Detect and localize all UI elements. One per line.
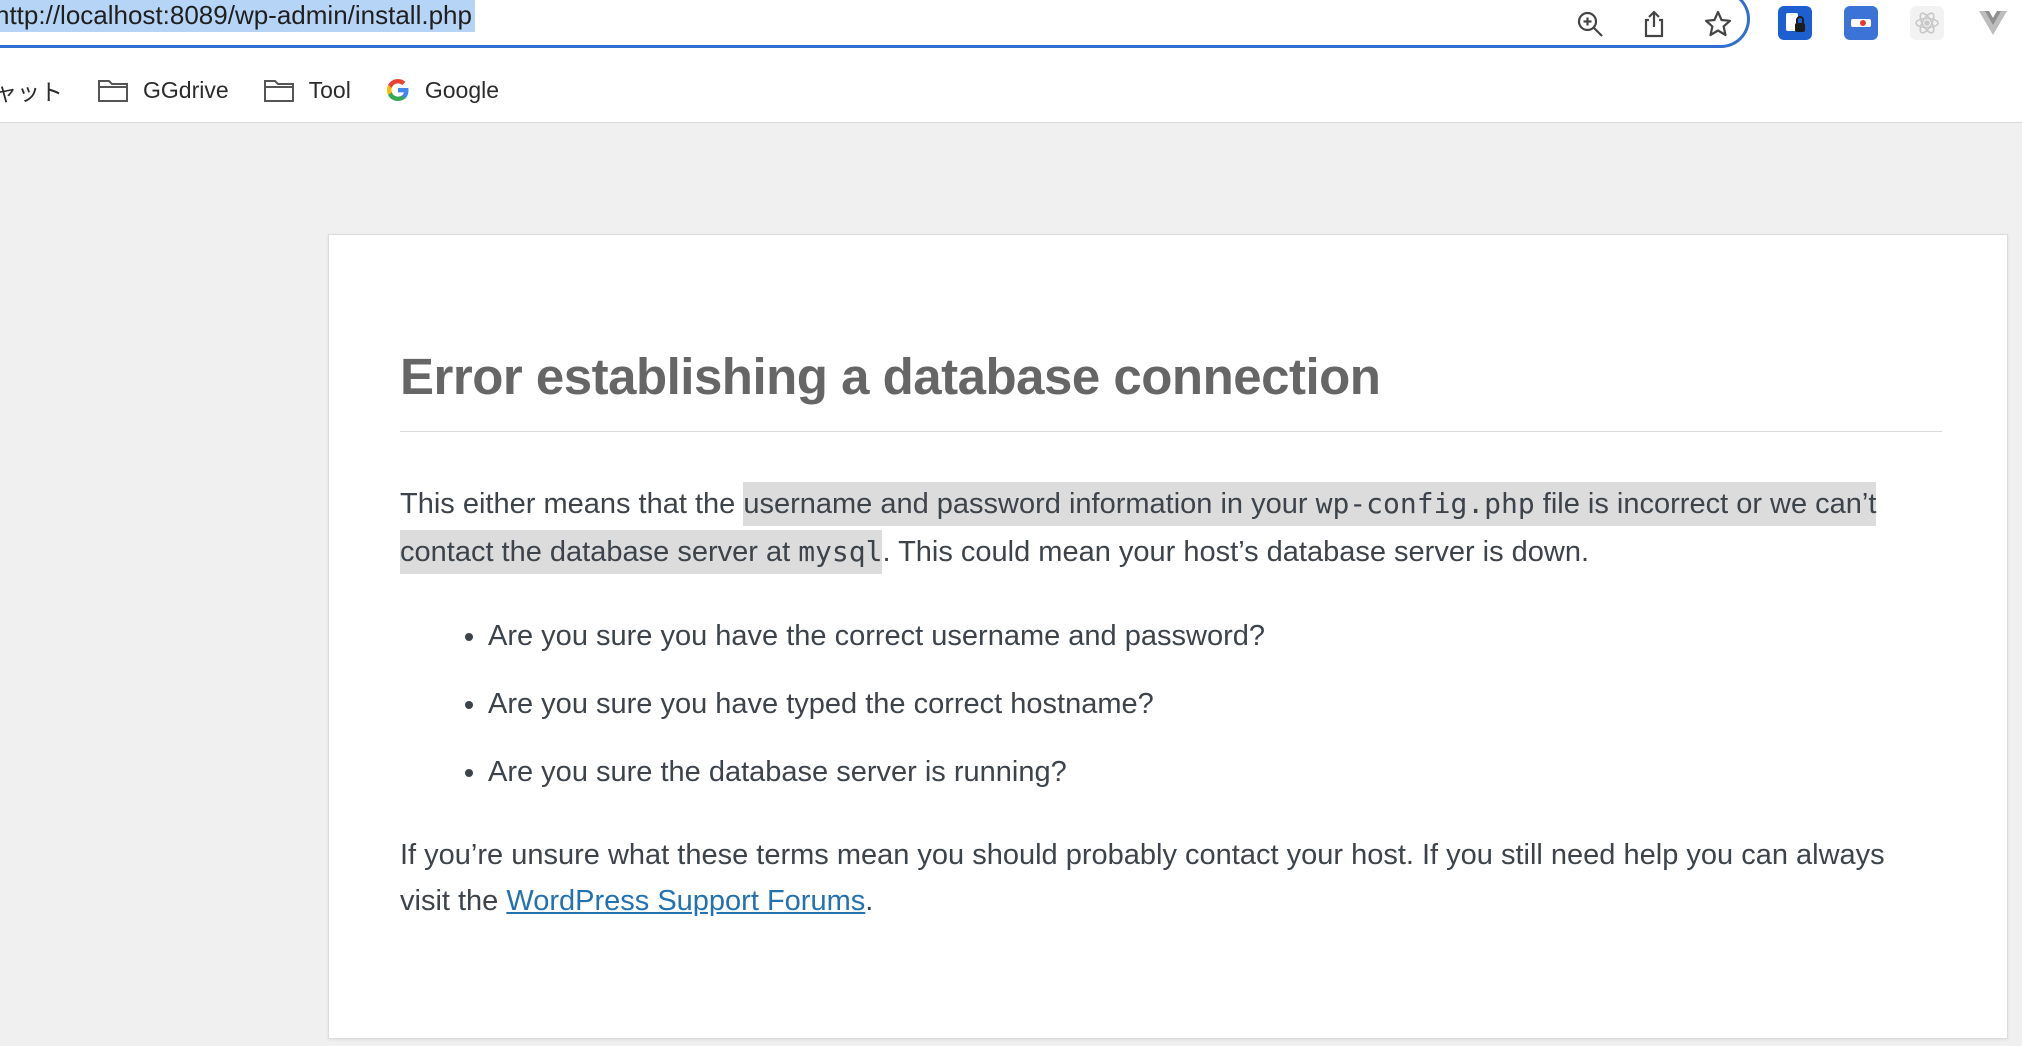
description-part1: username and password information in you…	[743, 488, 1316, 521]
config-filename: wp-config.php	[1315, 487, 1535, 521]
bookmark-label: Google	[424, 76, 500, 103]
bookmark-tool[interactable]: Tool	[263, 77, 351, 104]
help-end: .	[865, 885, 874, 918]
bookmark-label: Tool	[308, 76, 351, 103]
extensions-bar	[1778, 6, 2010, 40]
help-paragraph: If you’re unsure what these terms mean y…	[400, 832, 1942, 924]
folder-icon	[98, 80, 128, 102]
star-icon[interactable]	[1700, 6, 1736, 42]
vue-devtools-extension-icon[interactable]	[1976, 6, 2010, 40]
google-icon	[386, 79, 409, 101]
database-host: mysql	[798, 535, 883, 569]
browser-toolbar: http://localhost:8089/wp-admin/install.p…	[0, 0, 2022, 123]
error-page-card: Error establishing a database connection…	[328, 234, 2008, 1039]
zoom-in-icon[interactable]	[1572, 6, 1608, 42]
share-icon[interactable]	[1636, 6, 1672, 42]
error-description: This either means that the username and …	[400, 480, 1942, 576]
bookmark-ggdrive[interactable]: GGdrive	[97, 77, 229, 104]
description-intro: This either means that the	[400, 488, 744, 521]
tag-assistant-extension-icon[interactable]	[1844, 6, 1878, 40]
checklist: Are you sure you have the correct userna…	[400, 616, 1942, 792]
support-forums-link[interactable]: WordPress Support Forums	[506, 885, 865, 917]
list-item: Are you sure the database server is runn…	[488, 752, 1942, 792]
address-bar-actions	[1572, 6, 1736, 42]
url-text[interactable]: http://localhost:8089/wp-admin/install.p…	[0, 0, 475, 32]
description-end: . This could mean your host’s database s…	[882, 536, 1590, 569]
address-bar[interactable]: http://localhost:8089/wp-admin/install.p…	[0, 0, 1750, 48]
page-title: Error establishing a database connection	[400, 235, 1942, 433]
error-content: Error establishing a database connection…	[400, 235, 1942, 924]
list-item: Are you sure you have the correct userna…	[488, 616, 1942, 656]
react-devtools-extension-icon[interactable]	[1910, 6, 1944, 40]
bookmarks-bar: ャット GGdrive Tool Google	[0, 70, 533, 110]
list-item: Are you sure you have typed the correct …	[488, 684, 1942, 724]
password-manager-extension-icon[interactable]	[1778, 6, 1812, 40]
bookmark-google[interactable]: Google	[385, 77, 499, 104]
bookmark-label: GGdrive	[143, 76, 229, 103]
bookmark-truncated[interactable]: ャット	[0, 73, 63, 107]
folder-icon	[263, 80, 294, 102]
